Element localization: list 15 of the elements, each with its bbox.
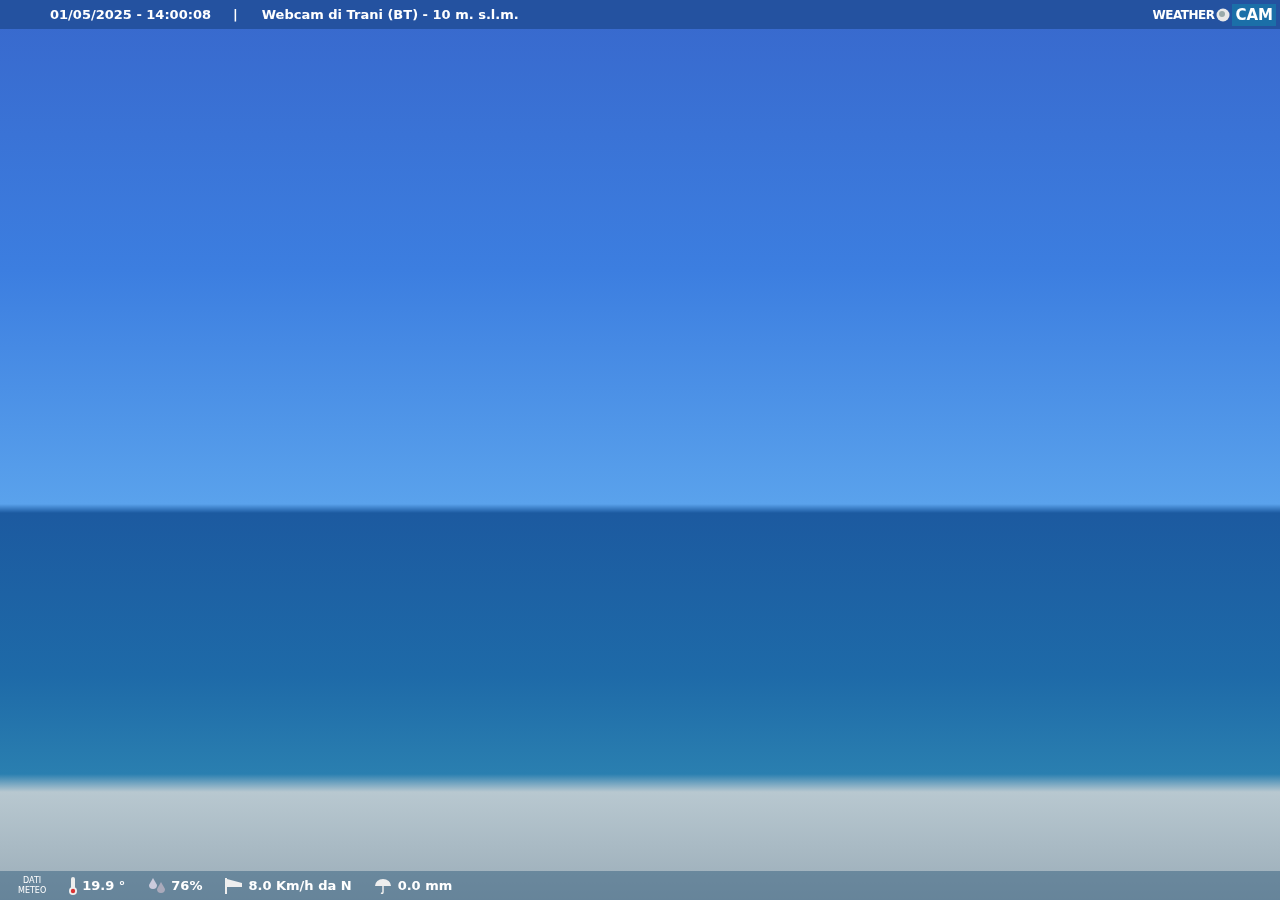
weather-label: DATI METEO [18,875,47,896]
weather-reading: 19.9 ° [82,878,126,893]
windsock-icon [224,876,245,895]
lens-icon [1216,7,1231,22]
date-time: 01/05/2025 - 14:00:08 [50,7,211,22]
drops-icon [147,876,168,895]
separator: | [233,7,238,22]
logo-badge: CAM [1232,3,1276,26]
logo-word: WEATHER [1152,7,1215,22]
thermometer-icon [68,875,79,896]
weather-reading: 76% [171,878,203,893]
weather-reading: 8.0 Km/h da N [248,878,352,893]
weather-reading: 0.0 mm [397,878,453,893]
umbrella-icon [373,876,394,895]
webcam-title: Webcam di Trani (BT) - 10 m. s.l.m. [261,7,519,22]
